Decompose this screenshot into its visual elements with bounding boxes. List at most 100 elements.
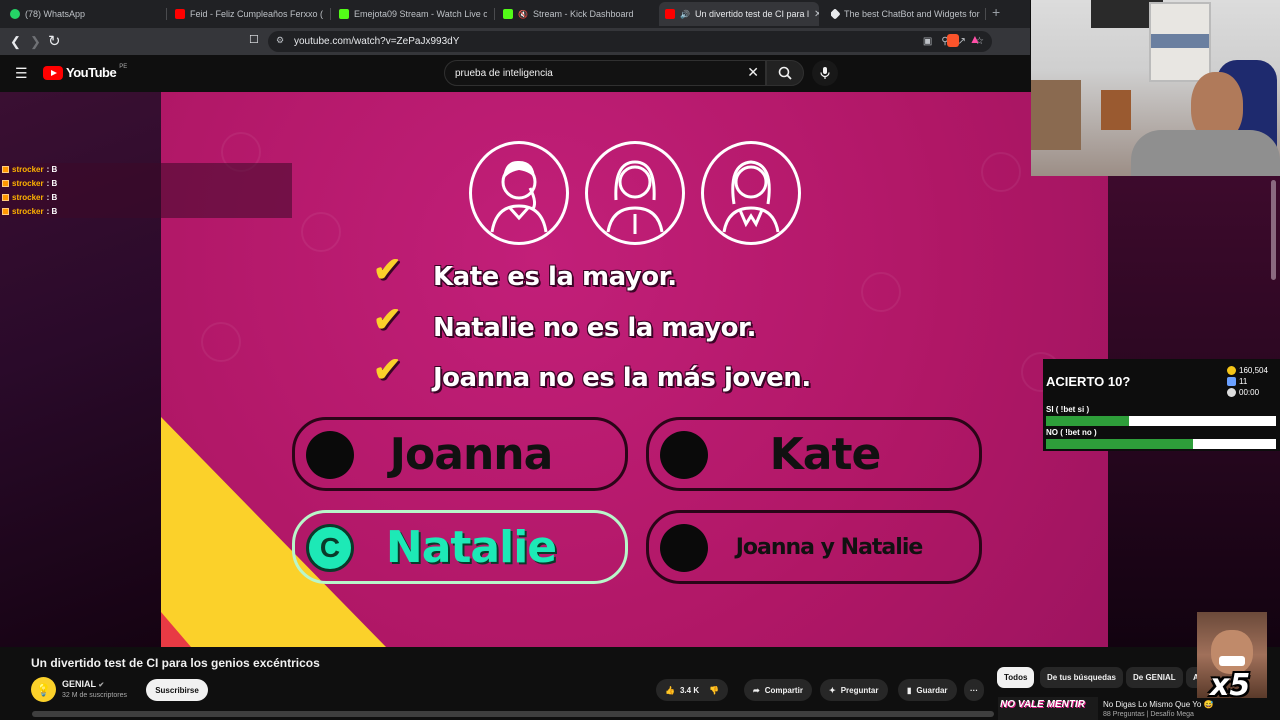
search-input[interactable]: prueba de inteligencia ✕ <box>444 60 766 86</box>
users-icon <box>1227 377 1236 386</box>
kick-icon <box>503 9 513 19</box>
bet-coins: 160,504 <box>1227 366 1268 375</box>
option-label: Joanna y Natalie <box>735 534 924 560</box>
option-label: Kate <box>769 428 882 480</box>
whatsapp-icon <box>10 9 20 19</box>
bet-timer: 00:00 <box>1227 388 1259 397</box>
video-progress-track[interactable] <box>32 711 994 717</box>
option-joanna-y-natalie: Joanna y Natalie <box>646 510 982 584</box>
tab-feid[interactable]: Feid - Feliz Cumpleaños Ferxxo (Offic <box>175 4 323 24</box>
tab-active-video[interactable]: 🔊 Un divertido test de CI para l ✕ <box>659 2 819 26</box>
thumbs-down-icon: 👎 <box>709 685 720 695</box>
option-joanna: Joanna <box>292 417 628 491</box>
tab-emejota-stream[interactable]: Emejota09 Stream - Watch Live on Ki <box>339 4 487 24</box>
address-bar: ❮ ❯ ↻ ☐ ⚙ youtube.com/watch?v=ZePaJx993d… <box>0 28 1030 55</box>
statement-2: Natalie no es la mayor. <box>433 313 757 343</box>
furniture-shape <box>1031 80 1081 150</box>
coin-icon <box>1227 366 1236 375</box>
sparkle-icon: ✦ <box>829 685 836 695</box>
browser-tab-strip: (78) WhatsApp Feid - Feliz Cumpleaños Fe… <box>0 0 1030 28</box>
subscribe-button[interactable]: Suscribirse <box>146 679 208 701</box>
thumbnail-text: NO VALE MENTIR <box>1000 699 1085 710</box>
red-corner-shape <box>161 612 191 647</box>
more-icon: ··· <box>970 685 978 695</box>
recommendation-thumbnail[interactable]: NO VALE MENTIR <box>998 697 1098 720</box>
rewards-icon[interactable]: ▲ <box>969 32 981 46</box>
clear-search-icon[interactable]: ✕ <box>747 64 759 81</box>
video-player[interactable]: ✔ Kate es la mayor. ✔ Natalie no es la m… <box>161 92 1108 647</box>
chat-message: strocker : B <box>2 193 57 202</box>
youtube-icon <box>665 9 675 19</box>
avatar-joanna <box>469 141 569 245</box>
new-tab-icon[interactable]: + <box>992 4 1000 20</box>
subscriber-count: 32 M de suscriptores <box>62 692 127 699</box>
bet-bar-yes <box>1046 416 1276 426</box>
save-button[interactable]: ▮ Guardar <box>898 679 957 701</box>
thumbs-up-icon: 👍 <box>665 685 675 695</box>
search-button[interactable] <box>766 60 804 86</box>
reload-icon[interactable]: ↻ <box>48 32 61 50</box>
recommendation-title[interactable]: No Digas Lo Mismo Que Yo 😅 <box>1103 700 1213 709</box>
chat-user: strocker <box>12 165 44 174</box>
woman-icon <box>490 160 548 233</box>
url-text: youtube.com/watch?v=ZePaJx993dY <box>294 36 460 47</box>
voice-search-button[interactable] <box>812 60 838 86</box>
back-icon[interactable]: ❮ <box>10 34 21 50</box>
chip-de-tus-busquedas[interactable]: De tus búsquedas <box>1040 667 1123 688</box>
badge-icon <box>2 180 9 187</box>
youtube-logo[interactable]: YouTube PE <box>43 63 128 80</box>
avatar-kate <box>585 141 685 245</box>
badge-icon <box>2 166 9 173</box>
forward-icon[interactable]: ❯ <box>30 34 41 50</box>
url-field[interactable]: ⚙ youtube.com/watch?v=ZePaJx993dY ▣ ⚲ ↗ … <box>268 31 992 52</box>
badge-icon <box>2 208 9 215</box>
brave-shield-icon[interactable] <box>947 34 959 47</box>
ask-button[interactable]: ✦ Preguntar <box>820 679 888 701</box>
menu-icon[interactable]: ☰ <box>15 65 28 82</box>
youtube-play-icon <box>43 65 63 80</box>
bet-bar-no <box>1046 439 1276 449</box>
tab-label: Feid - Feliz Cumpleaños Ferxxo (Offic <box>190 9 323 19</box>
recommendation-subtitle: 88 Preguntas | Desafío Mega <box>1103 711 1194 718</box>
clock-icon <box>1227 388 1236 397</box>
tab-kick-dashboard[interactable]: 🔇 Stream - Kick Dashboard <box>503 4 651 24</box>
bookmark-icon[interactable]: ☐ <box>249 33 259 46</box>
box-shape <box>1101 90 1131 130</box>
country-code: PE <box>119 63 128 70</box>
check-icon: ✔ <box>373 351 402 389</box>
chat-user: strocker <box>12 193 44 202</box>
tab-chatbot[interactable]: The best ChatBot and Widgets for Ki <box>831 4 981 24</box>
more-actions-button[interactable]: ··· <box>964 679 984 701</box>
scrollbar[interactable] <box>1271 180 1276 280</box>
search-icon <box>778 66 792 80</box>
share-icon: ➦ <box>753 685 760 695</box>
chat-text: : B <box>46 207 58 216</box>
share-button[interactable]: ➦ Compartir <box>744 679 812 701</box>
bet-option-no: NO ( !bet no ) <box>1046 428 1097 437</box>
chip-todos[interactable]: Todos <box>997 667 1035 688</box>
microphone-icon <box>820 67 830 79</box>
cast-icon[interactable]: ▣ <box>923 36 932 47</box>
tab-label: The best ChatBot and Widgets for Ki <box>844 9 981 19</box>
site-info-icon[interactable]: ⚙ <box>276 35 284 46</box>
tab-label: Emejota09 Stream - Watch Live on Ki <box>354 9 487 19</box>
option-natalie-correct: C Natalie <box>292 510 628 584</box>
statement-1: Kate es la mayor. <box>433 262 677 292</box>
like-dislike-button[interactable]: 👍 3.4 K 👎 <box>656 679 728 701</box>
bet-option-yes: SI ( !bet si ) <box>1046 405 1090 414</box>
channel-name[interactable]: GENIAL ✔ <box>62 679 104 689</box>
shelf-items <box>1151 34 1209 48</box>
logo-text: YouTube <box>66 65 117 80</box>
like-count: 3.4 K <box>679 685 700 695</box>
woman-icon <box>606 160 664 234</box>
option-label: Joanna <box>389 428 554 480</box>
chat-message: strocker : B <box>2 179 57 188</box>
chip-de-genial[interactable]: De GENIAL <box>1126 667 1183 688</box>
multiplier-text: x5 <box>1210 668 1251 703</box>
tab-whatsapp[interactable]: (78) WhatsApp <box>10 4 160 24</box>
close-tab-icon[interactable]: ✕ <box>814 9 819 20</box>
channel-avatar[interactable]: 💡 <box>31 677 56 702</box>
check-icon: ✔ <box>373 251 402 289</box>
webcam-feed <box>1031 0 1280 176</box>
chat-text: : B <box>46 179 58 188</box>
